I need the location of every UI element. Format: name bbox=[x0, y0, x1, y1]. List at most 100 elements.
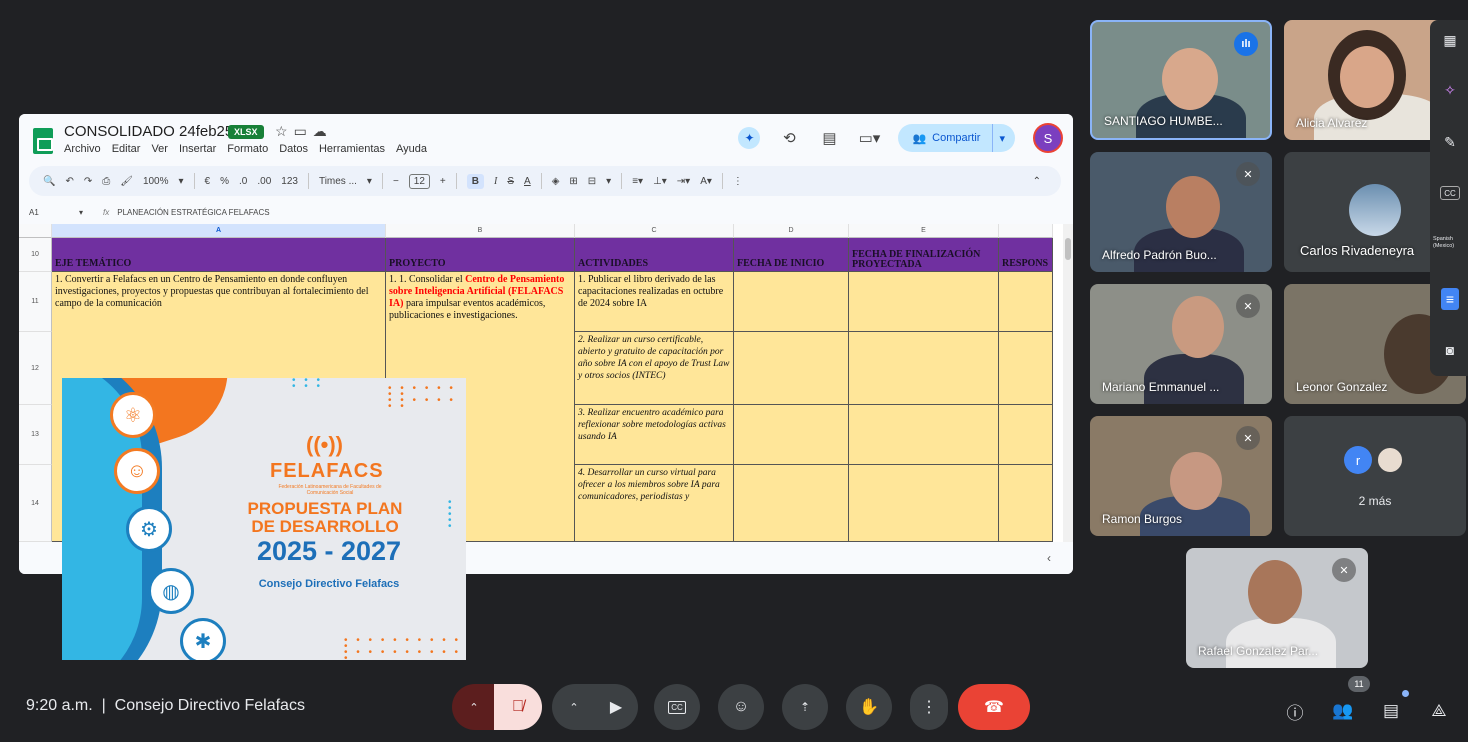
row-header-12[interactable]: 12 bbox=[19, 332, 52, 405]
participant-tile[interactable]: ✕ Ramon Burgos bbox=[1090, 416, 1272, 536]
header-actividades[interactable]: ACTIVIDADES bbox=[575, 238, 734, 272]
collapse-toolbar-icon[interactable]: ⌃ bbox=[1033, 176, 1041, 187]
header-fecha-inicio[interactable]: FECHA DE INICIO bbox=[734, 238, 849, 272]
camera-icon[interactable]: ◙ bbox=[1438, 338, 1462, 362]
cell-responsable-11[interactable] bbox=[999, 272, 1053, 332]
menu-ver[interactable]: Ver bbox=[151, 143, 168, 155]
reactions-button[interactable]: ☺ bbox=[718, 684, 764, 730]
decrease-decimal-button[interactable]: .0 bbox=[239, 176, 247, 187]
mic-options-button[interactable]: ⌃ bbox=[452, 684, 496, 730]
fill-color-icon[interactable]: ◈ bbox=[552, 176, 560, 187]
vertical-scrollbar[interactable] bbox=[1063, 224, 1073, 542]
currency-button[interactable]: € bbox=[205, 176, 211, 187]
menu-formato[interactable]: Formato bbox=[227, 143, 268, 155]
chevron-down-icon[interactable]: ▾ bbox=[79, 208, 83, 217]
sheets-logo-icon[interactable] bbox=[33, 128, 53, 154]
cell-fecha-inicio-12[interactable] bbox=[734, 332, 849, 405]
undo-icon[interactable]: ↶ bbox=[65, 176, 73, 187]
chevron-down-icon[interactable]: ▾ bbox=[179, 176, 184, 187]
comments-icon[interactable]: ▤ bbox=[818, 127, 840, 149]
meet-camera-icon[interactable]: ▭▾ bbox=[858, 127, 881, 149]
cell-fecha-fin-14[interactable] bbox=[849, 465, 999, 542]
activities-button[interactable]: ⟁ bbox=[1426, 698, 1452, 724]
captions-button[interactable]: CC bbox=[654, 684, 700, 730]
text-color-icon[interactable]: A bbox=[524, 176, 531, 187]
col-header-c[interactable]: C bbox=[575, 224, 734, 238]
meeting-details-button[interactable]: ⓘ bbox=[1282, 698, 1308, 724]
chat-button[interactable]: ▤ bbox=[1378, 698, 1404, 724]
gemini-icon[interactable]: ✦ bbox=[738, 127, 761, 149]
paint-format-icon[interactable]: 🖌 bbox=[120, 176, 133, 187]
bold-button[interactable]: B bbox=[466, 173, 484, 189]
text-rotation-icon[interactable]: A▾ bbox=[700, 176, 712, 187]
folder-icon[interactable]: ▭ bbox=[294, 123, 313, 139]
participant-tile[interactable]: ✕ Rafael Gonzalez Par... bbox=[1186, 548, 1368, 668]
header-responsable[interactable]: RESPONS bbox=[999, 238, 1053, 272]
doc-title[interactable]: CONSOLIDADO 24feb25 bbox=[64, 123, 233, 140]
notes-icon[interactable]: ≡ bbox=[1441, 288, 1459, 310]
cell-fecha-fin-11[interactable] bbox=[849, 272, 999, 332]
more-options-icon[interactable]: ⋮ bbox=[733, 176, 743, 187]
cell-actividad-1[interactable]: 1. Publicar el libro derivado de las cap… bbox=[575, 272, 734, 332]
more-formats-button[interactable]: 123 bbox=[281, 176, 298, 187]
increase-decimal-button[interactable]: .00 bbox=[257, 176, 271, 187]
user-avatar[interactable]: S bbox=[1033, 123, 1063, 153]
header-fecha-finalizacion[interactable]: FECHA DE FINALIZACIÓN PROYECTADA bbox=[849, 238, 999, 272]
header-eje-tematico[interactable]: EJE TEMÁTICO bbox=[52, 238, 386, 272]
leave-call-button[interactable]: ☎ bbox=[958, 684, 1030, 730]
present-button[interactable]: ⇡ bbox=[782, 684, 828, 730]
strikethrough-icon[interactable]: S bbox=[507, 176, 514, 187]
menu-herramientas[interactable]: Herramientas bbox=[319, 143, 385, 155]
print-icon[interactable]: ⎙ bbox=[102, 176, 110, 187]
mic-toggle-button[interactable]: 🎙̸ bbox=[494, 684, 542, 730]
people-button[interactable]: 👥 bbox=[1330, 698, 1356, 724]
cell-fecha-inicio-11[interactable] bbox=[734, 272, 849, 332]
menu-ayuda[interactable]: Ayuda bbox=[396, 143, 427, 155]
text-wrap-icon[interactable]: ⇥▾ bbox=[677, 176, 690, 187]
chevron-down-icon[interactable]: ▾ bbox=[367, 176, 372, 187]
menu-insertar[interactable]: Insertar bbox=[179, 143, 216, 155]
cell-fecha-fin-12[interactable] bbox=[849, 332, 999, 405]
redo-icon[interactable]: ↷ bbox=[84, 176, 92, 187]
zoom-select[interactable]: 100% bbox=[143, 176, 169, 187]
menu-datos[interactable]: Datos bbox=[279, 143, 308, 155]
whiteboard-pen-icon[interactable]: ✎ bbox=[1438, 130, 1462, 154]
cloud-icon[interactable]: ☁ bbox=[313, 123, 333, 139]
row-header-14[interactable]: 14 bbox=[19, 465, 52, 542]
corner-cell[interactable] bbox=[19, 224, 52, 238]
col-header-f[interactable] bbox=[999, 224, 1053, 238]
row-header-10[interactable]: 10 bbox=[19, 238, 52, 272]
cell-fecha-fin-13[interactable] bbox=[849, 405, 999, 465]
cell-actividad-3[interactable]: 3. Realizar encuentro académico para ref… bbox=[575, 405, 734, 465]
cell-responsable-14[interactable] bbox=[999, 465, 1053, 542]
camera-toggle-button[interactable]: ▶ bbox=[594, 684, 638, 730]
italic-button[interactable]: I bbox=[494, 176, 497, 187]
vertical-align-icon[interactable]: ⊥▾ bbox=[653, 176, 667, 187]
more-participants-tile[interactable]: r 2 más bbox=[1284, 416, 1466, 536]
font-size-increase[interactable]: + bbox=[440, 176, 446, 187]
borders-icon[interactable]: ⊞ bbox=[569, 176, 577, 187]
font-size-input[interactable]: 12 bbox=[408, 173, 430, 189]
row-header-13[interactable]: 13 bbox=[19, 405, 52, 465]
camera-options-button[interactable]: ⌃ bbox=[552, 684, 596, 730]
cell-reference[interactable]: A1 bbox=[19, 208, 79, 217]
horizontal-align-icon[interactable]: ≡▾ bbox=[632, 176, 643, 187]
cell-fecha-inicio-13[interactable] bbox=[734, 405, 849, 465]
participant-tile[interactable]: ✕ Mariano Emmanuel ... bbox=[1090, 284, 1272, 404]
col-header-b[interactable]: B bbox=[386, 224, 575, 238]
caption-language[interactable]: Spanish (Mexico) bbox=[1433, 236, 1467, 250]
captions-icon[interactable]: CC bbox=[1440, 186, 1460, 200]
menu-archivo[interactable]: Archivo bbox=[64, 143, 101, 155]
chevron-down-icon[interactable]: ▾ bbox=[606, 176, 611, 187]
percent-button[interactable]: % bbox=[220, 176, 229, 187]
share-button[interactable]: 👥 Compartir ▾ bbox=[898, 124, 1015, 152]
font-select[interactable]: Times ... bbox=[319, 176, 357, 187]
header-proyecto[interactable]: PROYECTO bbox=[386, 238, 575, 272]
raise-hand-button[interactable]: ✋ bbox=[846, 684, 892, 730]
cell-responsable-12[interactable] bbox=[999, 332, 1053, 405]
effects-icon[interactable]: ✧ bbox=[1438, 78, 1462, 102]
menu-editar[interactable]: Editar bbox=[112, 143, 141, 155]
apps-grid-icon[interactable]: ▦ bbox=[1438, 28, 1462, 52]
history-icon[interactable]: ⟲ bbox=[778, 127, 800, 149]
cell-responsable-13[interactable] bbox=[999, 405, 1053, 465]
